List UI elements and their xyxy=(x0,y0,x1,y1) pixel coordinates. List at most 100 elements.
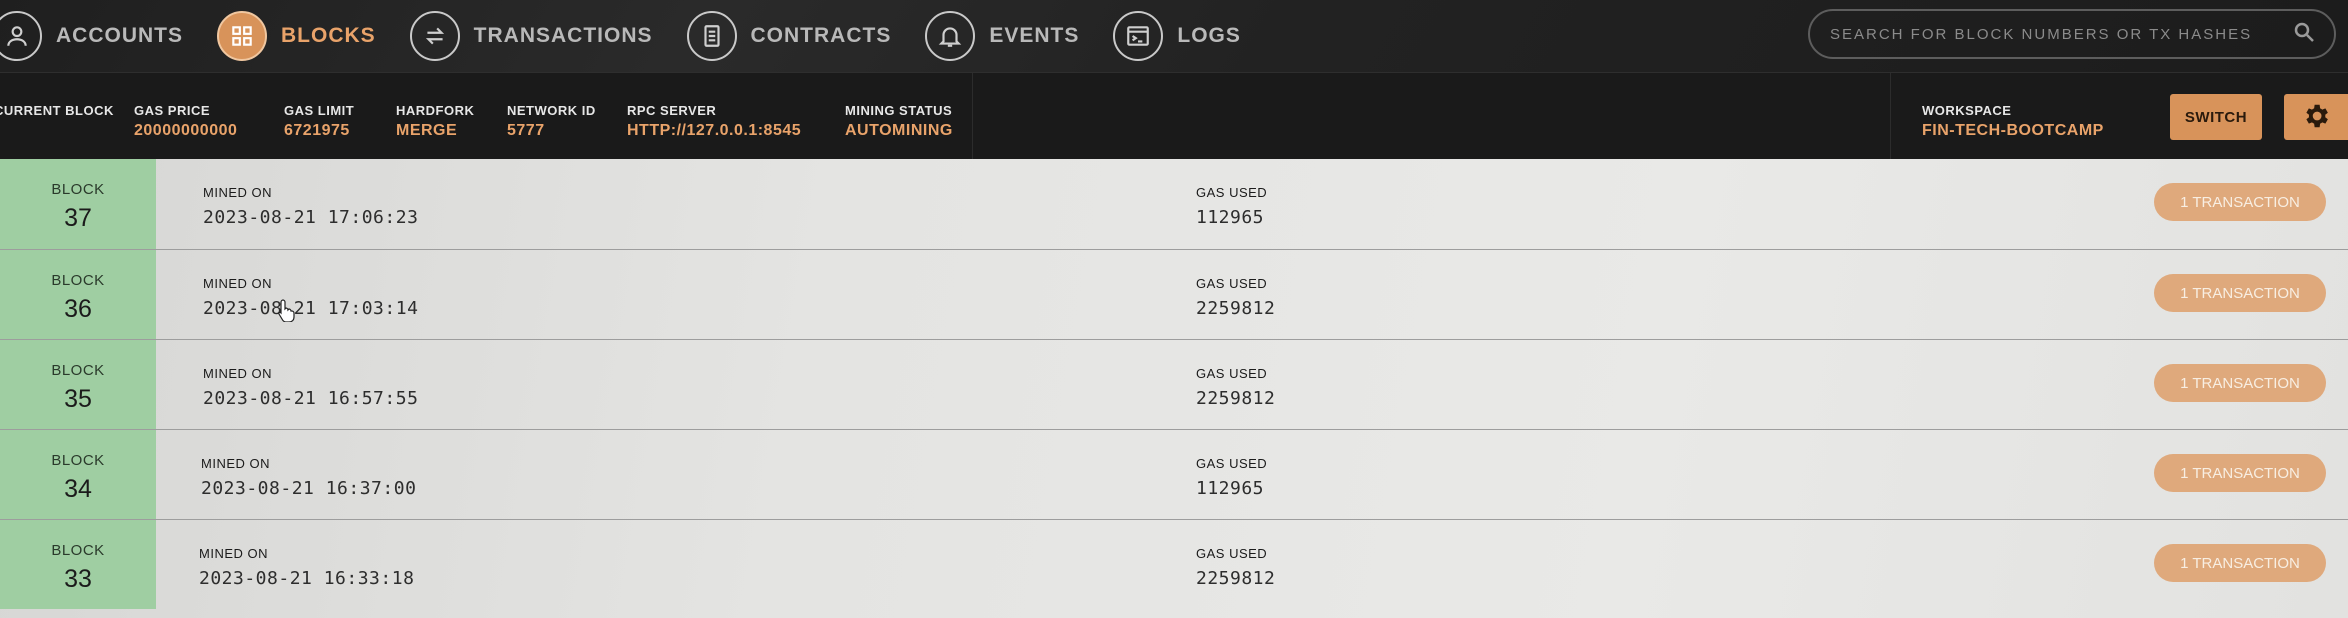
block-number: 34 xyxy=(64,475,92,503)
block-number-cell: BLOCK 36 xyxy=(0,250,156,339)
transaction-count-button[interactable]: 1 TRANSACTION xyxy=(2154,274,2326,312)
mined-on-label: MINED ON xyxy=(199,546,268,561)
stat-value: 6721975 xyxy=(284,122,350,139)
block-number: 37 xyxy=(64,204,92,232)
gas-used-label: GAS USED xyxy=(1196,456,1268,471)
divider xyxy=(972,73,973,159)
stat-label: GAS LIMIT xyxy=(284,103,355,118)
stat-value: HTTP://127.0.0.1:8545 xyxy=(627,122,802,139)
nav-logs[interactable]: LOGS xyxy=(1113,0,1241,72)
block-number-cell: BLOCK 34 xyxy=(0,430,156,519)
block-number-cell: BLOCK 35 xyxy=(0,340,156,429)
hand-pointer-icon xyxy=(278,298,296,323)
settings-button[interactable] xyxy=(2284,94,2348,140)
stat-label: NETWORK ID xyxy=(507,103,596,118)
stat-label: WORKSPACE xyxy=(1922,103,2012,118)
block-label: BLOCK xyxy=(51,362,105,379)
transaction-count-button[interactable]: 1 TRANSACTION xyxy=(2154,183,2326,221)
block-row[interactable]: BLOCK 33 MINED ON 2023-08-21 16:33:18 GA… xyxy=(0,519,2348,609)
transaction-count-button[interactable]: 1 TRANSACTION xyxy=(2154,544,2326,582)
gas-used-label: GAS USED xyxy=(1196,366,1268,381)
block-row[interactable]: BLOCK 36 MINED ON 2023-08-21 17:03:14 GA… xyxy=(0,249,2348,339)
stat-value: 20000000000 xyxy=(134,122,238,139)
gas-used-field: GAS USED 112965 xyxy=(1196,456,1267,499)
stat-value: FIN-TECH-BOOTCAMP xyxy=(1922,122,2104,139)
nav-label-events: EVENTS xyxy=(989,24,1080,47)
user-icon xyxy=(0,11,42,61)
gas-used-value: 112965 xyxy=(1196,478,1265,499)
stat-rpc-server: RPC SERVER HTTP://127.0.0.1:8545 xyxy=(627,103,801,140)
stat-hardfork: HARDFORK MERGE xyxy=(396,103,474,140)
block-label: BLOCK xyxy=(51,542,105,559)
stat-gas-limit: GAS LIMIT 6721975 xyxy=(284,103,354,140)
stat-network-id: NETWORK ID 5777 xyxy=(507,103,596,140)
stat-value: 37 xyxy=(0,122,114,140)
block-label: BLOCK xyxy=(51,272,105,289)
block-number: 33 xyxy=(64,565,92,593)
swap-arrows-icon xyxy=(409,11,460,61)
gas-used-value: 2259812 xyxy=(1196,298,1276,319)
grid-icon xyxy=(217,11,267,61)
gas-used-field: GAS USED 112965 xyxy=(1196,185,1267,228)
gas-used-value: 2259812 xyxy=(1196,568,1276,589)
mined-on-field: MINED ON 2023-08-21 17:06:23 xyxy=(203,185,418,228)
mined-on-field: MINED ON 2023-08-21 16:37:00 xyxy=(201,456,416,499)
block-list: BLOCK 37 MINED ON 2023-08-21 17:06:23 GA… xyxy=(0,159,2348,618)
stat-value: 5777 xyxy=(507,122,545,139)
search-icon[interactable] xyxy=(2292,20,2316,49)
divider xyxy=(1890,73,1891,159)
gas-used-label: GAS USED xyxy=(1196,276,1268,291)
transaction-count-button[interactable]: 1 TRANSACTION xyxy=(2154,454,2326,492)
nav-label-contracts: CONTRACTS xyxy=(750,24,892,47)
mined-on-label: MINED ON xyxy=(203,276,272,291)
stat-label: RPC SERVER xyxy=(627,103,717,118)
mined-on-label: MINED ON xyxy=(203,366,272,381)
nav-events[interactable]: EVENTS xyxy=(925,0,1079,72)
block-label: BLOCK xyxy=(51,181,105,198)
mined-on-field: MINED ON 2023-08-21 17:03:14 xyxy=(203,276,418,319)
search-box xyxy=(1808,9,2336,59)
nav-label-blocks: BLOCKS xyxy=(281,24,376,47)
block-number: 35 xyxy=(64,385,92,413)
gear-icon xyxy=(2301,101,2331,134)
block-row[interactable]: BLOCK 35 MINED ON 2023-08-21 16:57:55 GA… xyxy=(0,339,2348,429)
mined-on-value: 2023-08-21 17:06:23 xyxy=(203,207,419,228)
gas-used-label: GAS USED xyxy=(1196,185,1268,200)
stat-label: CURRENT BLOCK xyxy=(0,103,114,118)
mined-on-field: MINED ON 2023-08-21 16:33:18 xyxy=(199,546,414,589)
mined-on-value: 2023-08-21 16:33:18 xyxy=(199,568,415,589)
terminal-icon xyxy=(1113,11,1164,61)
gas-used-field: GAS USED 2259812 xyxy=(1196,276,1275,319)
stat-current-block: CURRENT BLOCK 37 xyxy=(0,103,114,140)
gas-used-label: GAS USED xyxy=(1196,546,1268,561)
search-input[interactable] xyxy=(1828,24,2292,44)
mined-on-value: 2023-08-21 16:37:00 xyxy=(201,478,417,499)
mined-on-label: MINED ON xyxy=(201,456,270,471)
nav-blocks[interactable]: BLOCKS xyxy=(217,0,376,72)
stat-workspace: WORKSPACE FIN-TECH-BOOTCAMP xyxy=(1922,103,2104,140)
stat-gas-price: GAS PRICE 20000000000 xyxy=(134,103,237,140)
block-number: 36 xyxy=(64,295,92,323)
top-nav: ACCOUNTS BLOCKS TRANSACTIONS CONTRACTS E… xyxy=(0,0,2348,72)
stat-label: HARDFORK xyxy=(396,103,475,118)
block-number-cell: BLOCK 33 xyxy=(0,520,156,609)
document-icon xyxy=(686,11,737,61)
nav-transactions[interactable]: TRANSACTIONS xyxy=(409,0,653,72)
switch-workspace-button[interactable]: SWITCH xyxy=(2170,94,2262,140)
stat-mining-status: MINING STATUS AUTOMINING xyxy=(845,103,953,140)
mined-on-value: 2023-08-21 16:57:55 xyxy=(203,388,419,409)
block-number-cell: BLOCK 37 xyxy=(0,159,156,249)
mined-on-label: MINED ON xyxy=(203,185,272,200)
nav-label-accounts: ACCOUNTS xyxy=(56,24,183,47)
nav-contracts[interactable]: CONTRACTS xyxy=(686,0,892,72)
gas-used-value: 112965 xyxy=(1196,207,1265,228)
block-row[interactable]: BLOCK 34 MINED ON 2023-08-21 16:37:00 GA… xyxy=(0,429,2348,519)
stat-label: MINING STATUS xyxy=(845,103,953,118)
gas-used-field: GAS USED 2259812 xyxy=(1196,366,1275,409)
status-bar: CURRENT BLOCK 37 GAS PRICE 20000000000 G… xyxy=(0,72,2348,159)
nav-accounts[interactable]: ACCOUNTS xyxy=(0,0,183,72)
transaction-count-button[interactable]: 1 TRANSACTION xyxy=(2154,364,2326,402)
block-row[interactable]: BLOCK 37 MINED ON 2023-08-21 17:06:23 GA… xyxy=(0,159,2348,249)
mined-on-field: MINED ON 2023-08-21 16:57:55 xyxy=(203,366,418,409)
nav-label-transactions: TRANSACTIONS xyxy=(473,24,653,47)
